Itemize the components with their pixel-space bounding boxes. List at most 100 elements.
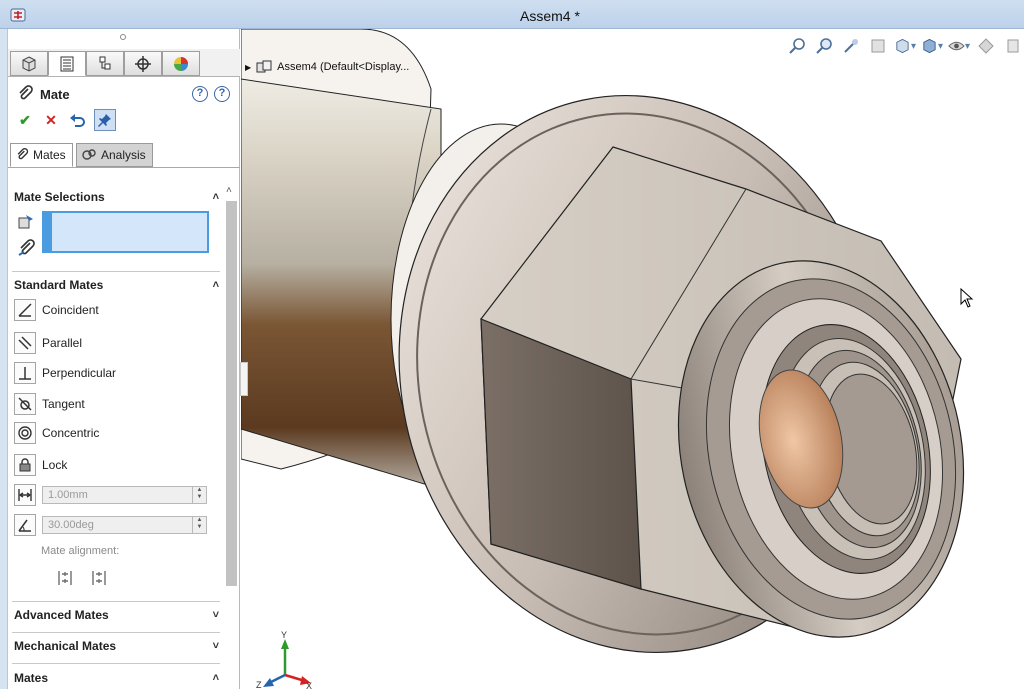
view-orientation-button[interactable]: ▾ [894,36,916,56]
mate-selections-field[interactable] [42,211,209,253]
lock-icon [14,454,36,476]
monitor-icon [1007,39,1019,53]
ok-button[interactable]: ✔ [14,109,36,131]
angle-mate-button[interactable] [14,513,42,537]
configurationmanager-tab[interactable] [86,51,124,76]
keep-visible-pushpin-button[interactable] [94,109,116,131]
tab-analysis[interactable]: Analysis [76,143,153,167]
hide-show-items-button[interactable]: ▾ [948,36,970,56]
chevron-up-icon: ˄ [212,672,219,684]
previous-view-button[interactable] [840,36,862,56]
chevron-up-icon: ˄ [212,279,219,291]
property-manager-header: Mate ? ? [14,84,236,106]
zoom-to-fit-icon [789,38,805,54]
panel-scrollbar[interactable]: ˄ [223,181,239,689]
list-icon [60,56,74,71]
concentric-mate-button[interactable]: Concentric [14,421,214,445]
parallel-icon [14,332,36,354]
anti-aligned-icon [92,571,106,585]
assembly-model[interactable] [241,29,1024,689]
distance-icon [14,484,36,506]
display-style-button[interactable]: ▾ [921,36,943,56]
triad-y-label: Y [281,631,287,640]
aligned-button[interactable] [54,567,76,589]
mouse-pointer-icon [960,288,974,308]
lock-mate-button[interactable]: Lock [14,453,214,477]
panel-drag-handle[interactable] [120,34,126,40]
zoom-to-area-icon [816,38,832,54]
tangent-mate-button[interactable]: Tangent [14,392,214,416]
cube-icon [22,55,36,72]
distance-input[interactable]: 1.00mm ▲ ▼ [42,486,207,504]
mate-subtabs: Mates Analysis [8,141,240,168]
section-view-button[interactable] [867,36,889,56]
crosshair-icon [135,55,151,72]
view-orientation-icon [896,38,909,54]
reference-triad[interactable]: Y Z X [255,631,315,689]
anti-aligned-button[interactable] [88,567,110,589]
perpendicular-icon [14,362,36,384]
angle-icon [14,514,36,536]
mate-paperclip-icon [19,85,33,100]
parallel-mate-button[interactable]: Parallel [14,331,214,355]
tab-analysis-label: Analysis [101,148,146,162]
mates-list-header[interactable]: Mates ˄ [14,671,219,689]
scroll-up-arrow-icon[interactable]: ˄ [226,185,232,196]
mate-alignment-label: Mate alignment: [41,545,120,557]
appearance-icon [978,38,994,54]
standard-mates-title: Standard Mates [14,278,104,292]
mate-selections-header[interactable]: Mate Selections ˄ [14,190,219,210]
config-icon [99,56,111,69]
aligned-icon [58,571,72,585]
graphics-viewport[interactable]: ▶ Assem4 (Default<Display... ▾ ▾ ▾ Y Z X [241,29,1024,689]
cancel-button[interactable]: ✕ [40,109,62,131]
distance-spinner[interactable]: ▲ ▼ [192,487,206,503]
property-manager-title: Mate [40,87,70,102]
angle-spinner[interactable]: ▲ ▼ [192,517,206,533]
tab-mates[interactable]: Mates [10,143,73,167]
distance-value: 1.00mm [48,489,88,501]
triad-z-label: Z [256,680,262,689]
section-divider [12,601,220,602]
display-manager-tab[interactable] [162,51,200,76]
scrollbar-thumb[interactable] [226,201,237,586]
triad-x-label: X [306,681,312,689]
left-edge-strip [0,29,8,689]
angle-input[interactable]: 30.00deg ▲ ▼ [42,516,207,534]
property-manager-panel: Mate ? ? ✔ ✕ Mates Analysis ˄ Mate Selec… [8,29,240,689]
concentric-label: Concentric [42,426,100,440]
mechanical-mates-header[interactable]: Mechanical Mates ˅ [14,639,219,659]
featuremanager-tab[interactable] [10,51,48,76]
previous-view-icon [844,39,858,53]
multi-mate-icon[interactable] [15,238,37,260]
advanced-mates-header[interactable]: Advanced Mates ˅ [14,608,219,628]
perpendicular-mate-button[interactable]: Perpendicular [14,361,214,385]
analysis-icon [82,149,96,160]
undo-button[interactable] [66,109,88,131]
standard-mates-header[interactable]: Standard Mates ˄ [14,278,219,298]
undo-icon [70,114,85,127]
whats-wrong-help-icon[interactable]: ? [192,86,208,102]
distance-mate-button[interactable] [14,483,42,507]
featuremanager-flyout-tree[interactable]: ▶ Assem4 (Default<Display... [245,59,409,75]
help-icon[interactable]: ? [214,86,230,102]
propertymanager-tab[interactable] [48,51,86,76]
dimxpert-tab[interactable] [124,51,162,76]
zoom-to-fit-button[interactable] [786,36,808,56]
expand-arrow-icon[interactable]: ▶ [245,63,251,72]
eye-icon [948,41,965,51]
edit-appearance-button[interactable] [975,36,997,56]
section-divider [12,663,220,664]
section-view-icon [871,39,885,53]
zoom-to-area-button[interactable] [813,36,835,56]
coincident-mate-button[interactable]: Coincident [14,298,214,322]
selection-entities-icon [15,211,37,233]
assembly-icon [256,60,272,73]
display-pane-button[interactable] [1002,36,1024,56]
coincident-icon [14,299,36,321]
panel-splitter-handle[interactable] [240,362,248,396]
title-bar: Assem4 * [0,0,1024,29]
advanced-mates-title: Advanced Mates [14,608,109,622]
paperclip-icon [17,148,29,160]
parallel-label: Parallel [42,336,83,350]
